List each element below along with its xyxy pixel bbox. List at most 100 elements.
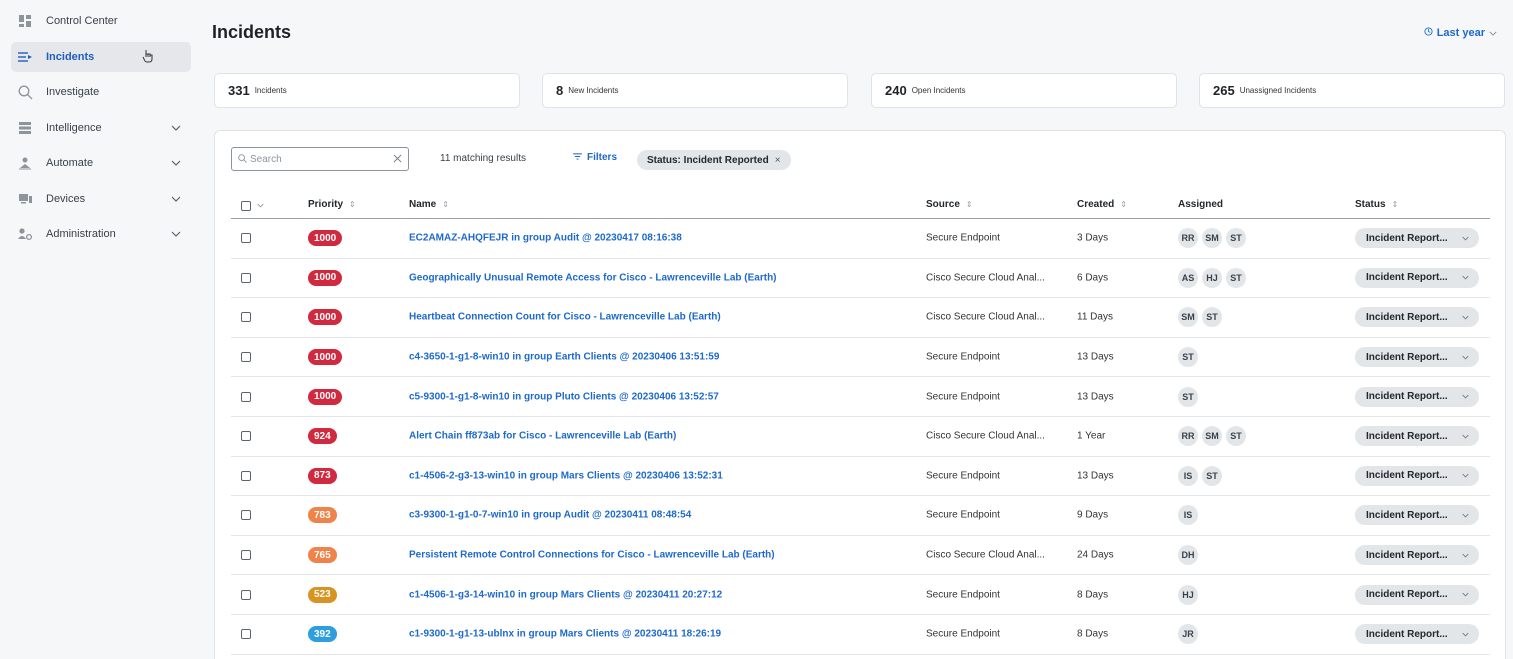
- time-range-dropdown[interactable]: Last year: [1424, 27, 1497, 39]
- row-checkbox[interactable]: [241, 510, 251, 521]
- status-dropdown[interactable]: Incident Report...: [1355, 505, 1479, 526]
- sidebar-item-incidents[interactable]: Incidents: [11, 42, 191, 72]
- status-dropdown[interactable]: Incident Report...: [1355, 307, 1479, 328]
- incident-name-link[interactable]: c1-9300-1-g1-13-ublnx in group Mars Clie…: [409, 629, 721, 640]
- dashboard-icon: [17, 13, 33, 29]
- search-input[interactable]: [250, 153, 393, 165]
- stat-card-open-incidents[interactable]: 240 Open Incidents: [871, 73, 1177, 108]
- column-header-name[interactable]: Name ⇕: [409, 199, 449, 210]
- column-header-source[interactable]: Source ⇕: [926, 199, 973, 210]
- status-dropdown[interactable]: Incident Report...: [1355, 624, 1479, 645]
- avatar[interactable]: HJ: [1202, 267, 1222, 288]
- sidebar-item-administration[interactable]: Administration: [11, 219, 191, 249]
- table-row[interactable]: 1000 Heartbeat Connection Count for Cisco…: [231, 298, 1490, 338]
- row-checkbox[interactable]: [241, 470, 251, 481]
- status-label: Incident Report...: [1366, 589, 1448, 601]
- avatar[interactable]: RR: [1178, 228, 1198, 249]
- incident-name-link[interactable]: c1-4506-2-g3-13-win10 in group Mars Clie…: [409, 470, 723, 481]
- status-dropdown[interactable]: Incident Report...: [1355, 386, 1479, 407]
- avatar[interactable]: JR: [1178, 624, 1198, 645]
- avatar[interactable]: SM: [1202, 228, 1222, 249]
- row-checkbox[interactable]: [241, 233, 251, 244]
- column-header-priority[interactable]: Priority ⇕: [308, 199, 356, 210]
- incident-name-link[interactable]: c4-3650-1-g1-8-win10 in group Earth Clie…: [409, 352, 719, 363]
- status-dropdown[interactable]: Incident Report...: [1355, 267, 1479, 288]
- row-checkbox[interactable]: [241, 550, 251, 561]
- incident-name-link[interactable]: EC2AMAZ-AHQFEJR in group Audit @ 2023041…: [409, 233, 682, 244]
- table-row[interactable]: 523 c1-4506-1-g3-14-win10 in group Mars C…: [231, 575, 1490, 615]
- remove-filter-icon[interactable]: ×: [775, 155, 781, 166]
- assigned-avatars: DH: [1178, 545, 1198, 566]
- incident-name-link[interactable]: c1-4506-1-g3-14-win10 in group Mars Clie…: [409, 589, 722, 600]
- chevron-down-icon: [1462, 392, 1469, 401]
- sidebar-item-devices[interactable]: Devices: [11, 184, 191, 214]
- row-checkbox[interactable]: [241, 312, 251, 323]
- table-row[interactable]: 783 c3-9300-1-g1-0-7-win10 in group Audit…: [231, 496, 1490, 536]
- status-dropdown[interactable]: Incident Report...: [1355, 584, 1479, 605]
- sidebar-item-intelligence[interactable]: Intelligence: [11, 113, 191, 143]
- stat-card-new-incidents[interactable]: 8 New Incidents: [542, 73, 848, 108]
- avatar[interactable]: ST: [1226, 426, 1246, 447]
- avatar[interactable]: AS: [1178, 267, 1198, 288]
- incident-name-link[interactable]: Persistent Remote Control Connections fo…: [409, 550, 775, 561]
- column-header-status[interactable]: Status ⇕: [1355, 199, 1398, 210]
- table-row[interactable]: 924 Alert Chain ff873ab for Cisco - Lawre…: [231, 417, 1490, 457]
- table-row[interactable]: 765 Persistent Remote Control Connections…: [231, 536, 1490, 576]
- stat-card-incidents[interactable]: 331 Incidents: [214, 73, 520, 108]
- stat-label: Open Incidents: [911, 86, 966, 95]
- column-label: Priority: [308, 199, 344, 210]
- status-dropdown[interactable]: Incident Report...: [1355, 426, 1479, 447]
- table-row[interactable]: 1000 Geographically Unusual Remote Access…: [231, 259, 1490, 299]
- stat-label: New Incidents: [568, 86, 619, 95]
- status-dropdown[interactable]: Incident Report...: [1355, 347, 1479, 368]
- priority-badge: 873: [308, 467, 337, 484]
- sidebar-item-investigate[interactable]: Investigate: [11, 77, 191, 107]
- row-checkbox[interactable]: [241, 352, 251, 363]
- clock-icon: [1424, 27, 1433, 39]
- avatar[interactable]: RR: [1178, 426, 1198, 447]
- avatar[interactable]: DH: [1178, 545, 1198, 566]
- select-all-checkbox[interactable]: [241, 200, 251, 211]
- avatar[interactable]: ST: [1226, 267, 1246, 288]
- table-row[interactable]: 392 c1-9300-1-g1-13-ublnx in group Mars C…: [231, 615, 1490, 655]
- stat-card-unassigned-incidents[interactable]: 265 Unassigned Incidents: [1199, 73, 1505, 108]
- avatar[interactable]: SM: [1178, 307, 1198, 328]
- table-row[interactable]: 1000 EC2AMAZ-AHQFEJR in group Audit @ 202…: [231, 219, 1490, 259]
- table-row[interactable]: 1000 c5-9300-1-g1-8-win10 in group Pluto …: [231, 377, 1490, 417]
- row-checkbox[interactable]: [241, 589, 251, 600]
- row-checkbox[interactable]: [241, 272, 251, 283]
- row-checkbox[interactable]: [241, 431, 251, 442]
- status-dropdown[interactable]: Incident Report...: [1355, 465, 1479, 486]
- avatar[interactable]: IS: [1178, 505, 1198, 526]
- chevron-down-icon[interactable]: [257, 200, 264, 211]
- status-dropdown[interactable]: Incident Report...: [1355, 545, 1479, 566]
- avatar[interactable]: ST: [1178, 386, 1198, 407]
- app-root: Control Center Incidents Investigate Int…: [0, 0, 1513, 659]
- avatar[interactable]: ST: [1202, 307, 1222, 328]
- incident-source: Secure Endpoint: [926, 509, 1000, 521]
- sort-icon: ⇕: [1120, 200, 1127, 209]
- table-row[interactable]: 873 c1-4506-2-g3-13-win10 in group Mars C…: [231, 457, 1490, 497]
- avatar[interactable]: ST: [1226, 228, 1246, 249]
- status-dropdown[interactable]: Incident Report...: [1355, 228, 1479, 249]
- avatar[interactable]: SM: [1202, 426, 1222, 447]
- clear-search-icon[interactable]: [393, 150, 402, 168]
- sort-icon: ⇕: [349, 200, 356, 209]
- table-row[interactable]: 1000 c4-3650-1-g1-8-win10 in group Earth …: [231, 338, 1490, 378]
- filters-button[interactable]: Filters: [573, 152, 617, 163]
- incident-name-link[interactable]: Alert Chain ff873ab for Cisco - Lawrence…: [409, 431, 676, 442]
- row-checkbox[interactable]: [241, 629, 251, 640]
- row-checkbox[interactable]: [241, 391, 251, 402]
- avatar[interactable]: HJ: [1178, 584, 1198, 605]
- avatar[interactable]: ST: [1178, 347, 1198, 368]
- sidebar-item-automate[interactable]: Automate: [11, 148, 191, 178]
- sidebar-item-control-center[interactable]: Control Center: [11, 6, 191, 36]
- avatar[interactable]: ST: [1202, 465, 1222, 486]
- incident-name-link[interactable]: c5-9300-1-g1-8-win10 in group Pluto Clie…: [409, 391, 719, 402]
- incident-name-link[interactable]: Geographically Unusual Remote Access for…: [409, 272, 777, 283]
- incident-name-link[interactable]: Heartbeat Connection Count for Cisco - L…: [409, 312, 721, 323]
- incidents-table-panel: 11 matching results Filters Status: Inci…: [214, 130, 1506, 659]
- incident-name-link[interactable]: c3-9300-1-g1-0-7-win10 in group Audit @ …: [409, 510, 691, 521]
- avatar[interactable]: IS: [1178, 465, 1198, 486]
- column-header-created[interactable]: Created ⇕: [1077, 199, 1127, 210]
